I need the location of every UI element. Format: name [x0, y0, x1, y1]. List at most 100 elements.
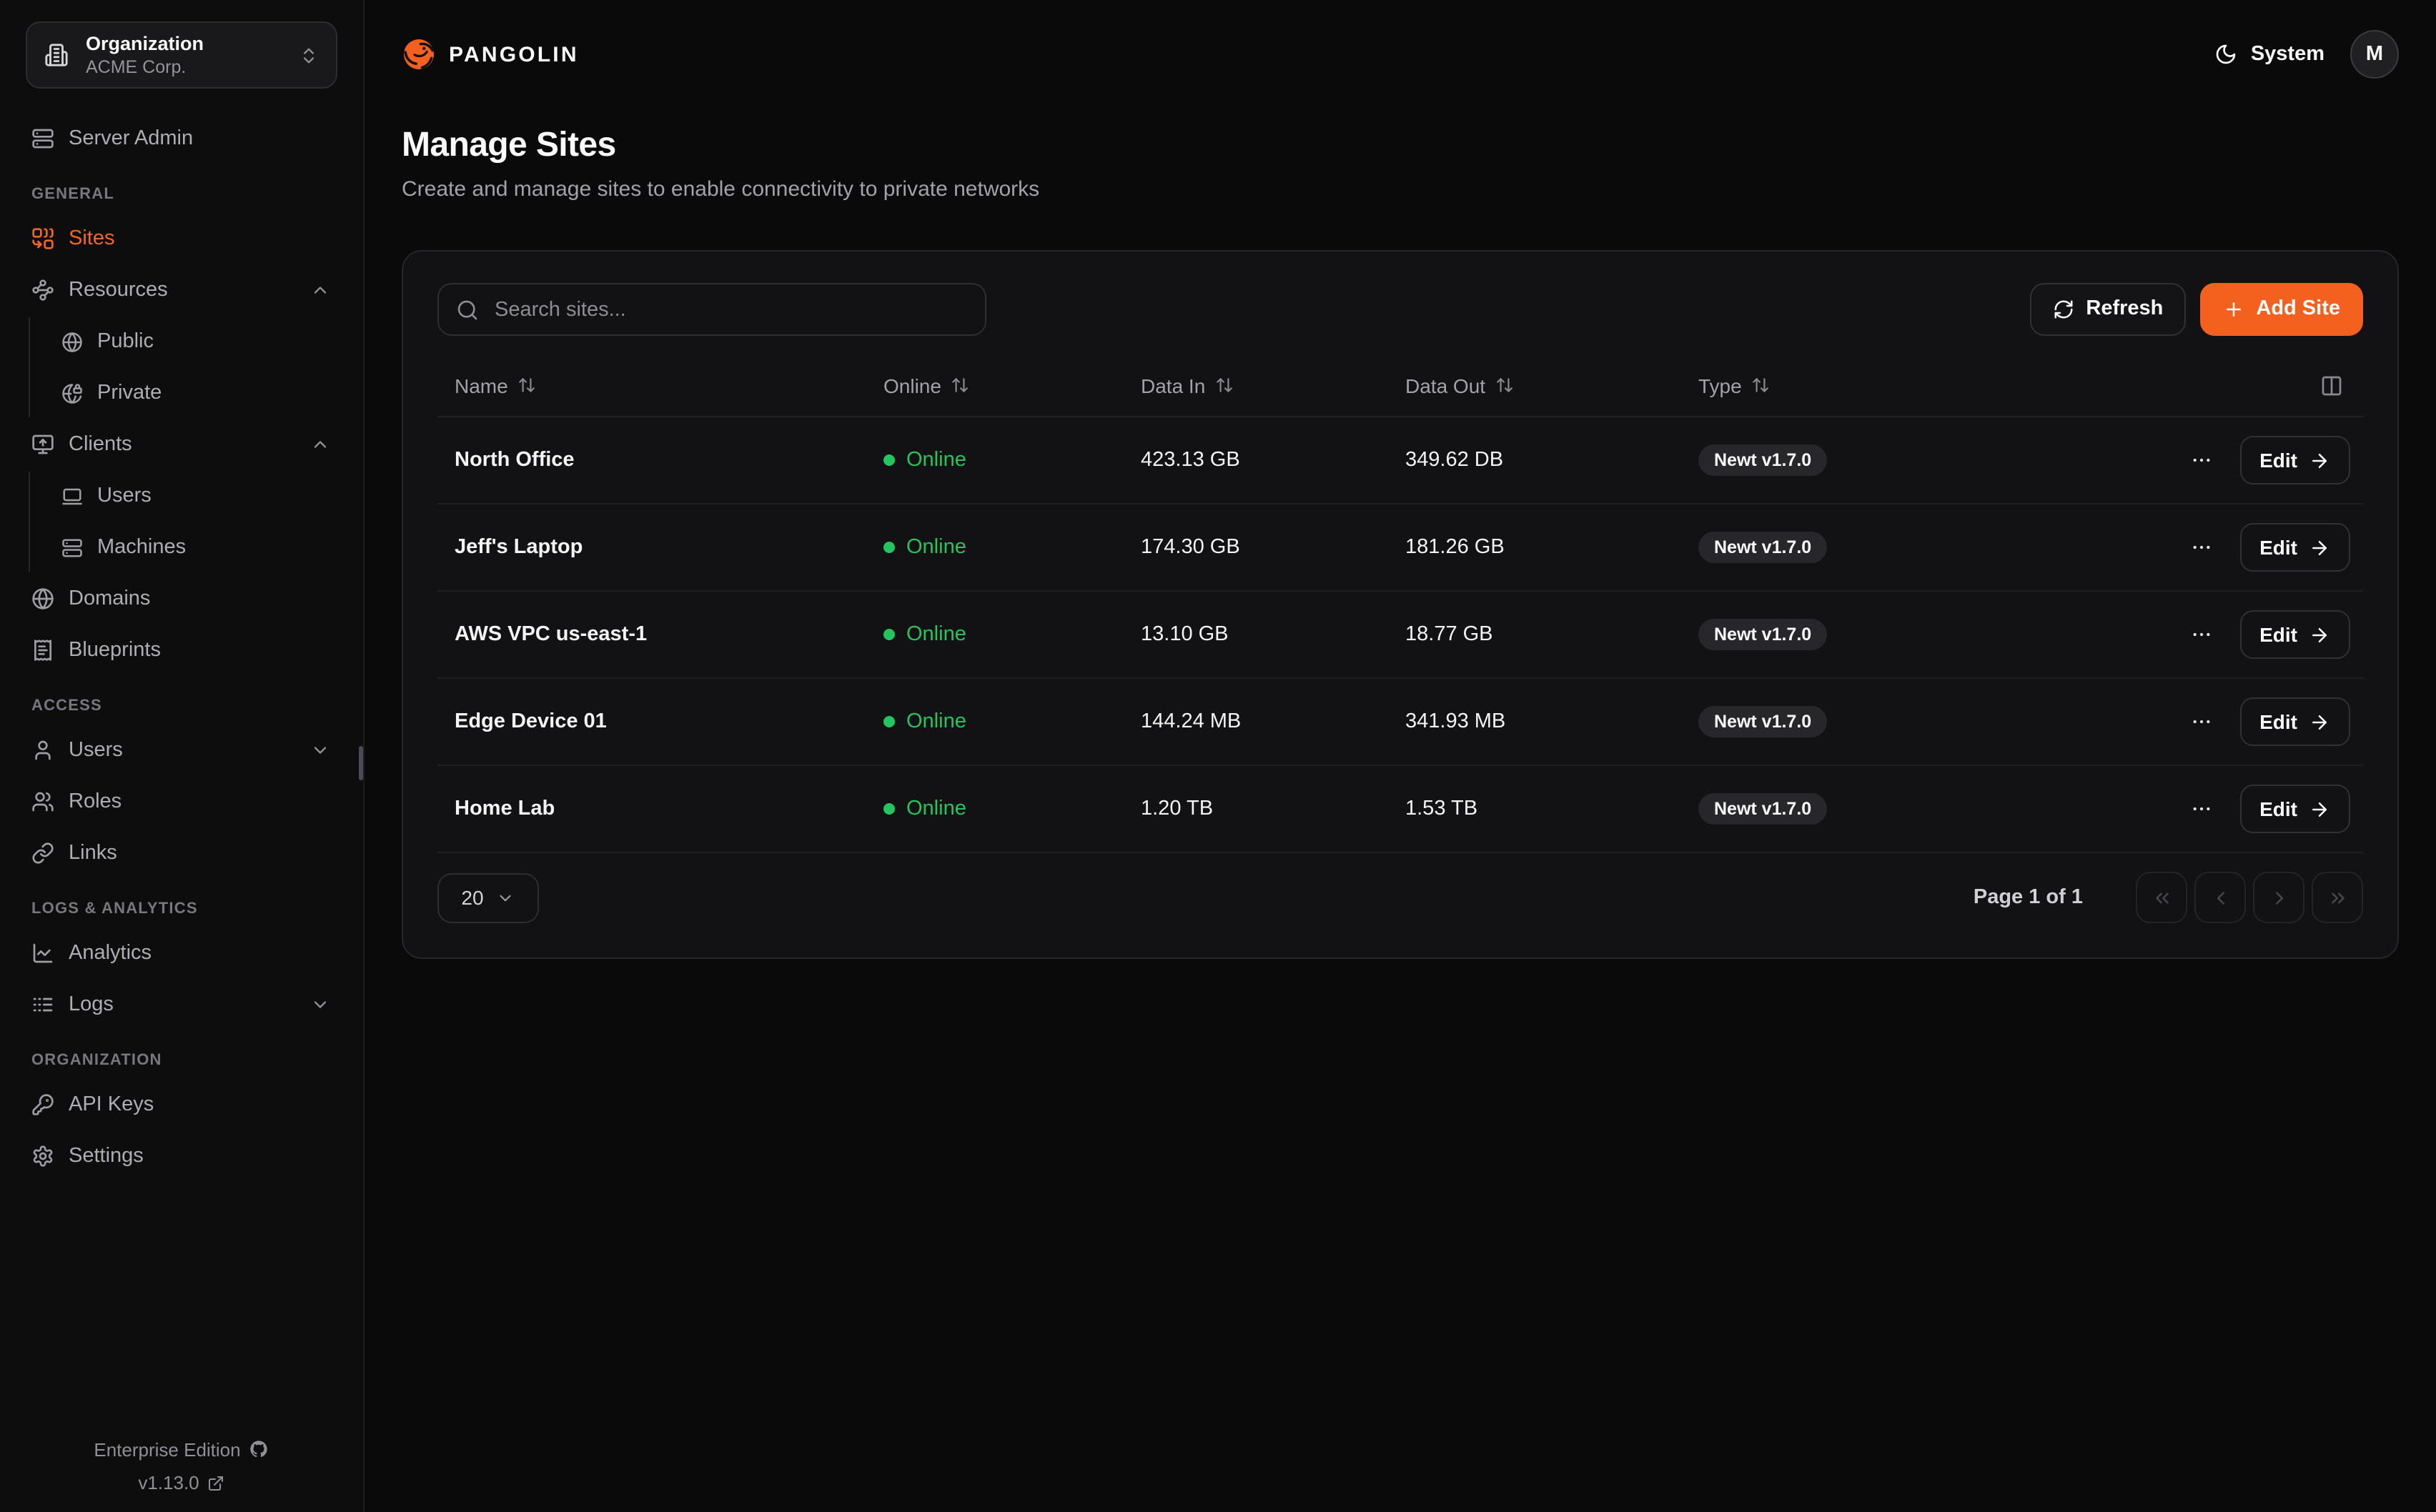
chevron-left-icon	[2209, 887, 2231, 908]
column-header-online[interactable]: Online	[883, 374, 1141, 397]
page-size-select[interactable]: 20	[437, 872, 539, 922]
table-row: AWS VPC us-east-1 Online 13.10 GB 18.77 …	[437, 592, 2363, 679]
refresh-button[interactable]: Refresh	[2030, 283, 2186, 336]
waypoints-icon	[31, 279, 54, 302]
sidebar-item-label: Users	[69, 739, 123, 762]
chevrons-right-icon	[2327, 887, 2348, 908]
sidebar-item-domains[interactable]: Domains	[20, 575, 343, 623]
sidebar-item-settings[interactable]: Settings	[20, 1132, 343, 1180]
row-actions: Edit	[2134, 785, 2363, 833]
chevron-down-icon	[310, 740, 330, 760]
sidebar-item-links[interactable]: Links	[20, 829, 343, 877]
receipt-icon	[31, 639, 54, 662]
last-page-button[interactable]	[2312, 872, 2363, 923]
chevron-down-icon	[497, 888, 515, 907]
sidebar-item-label: API Keys	[69, 1093, 154, 1116]
sidebar-item-client-users[interactable]: Users	[60, 472, 343, 520]
online-dot	[883, 629, 895, 640]
theme-label: System	[2251, 43, 2324, 66]
top-bar: PANGOLIN System M	[402, 0, 2399, 109]
sidebar-item-clients[interactable]: Clients	[20, 420, 343, 469]
page-indicator: Page 1 of 1	[1974, 886, 2083, 909]
type-badge: Newt v1.7.0	[1698, 444, 1827, 477]
column-header-data-out[interactable]: Data Out	[1405, 374, 1698, 397]
site-type: Newt v1.7.0	[1698, 619, 2134, 651]
search-input[interactable]	[492, 297, 968, 322]
column-header-data-in[interactable]: Data In	[1141, 374, 1405, 397]
sidebar-item-logs[interactable]: Logs	[20, 980, 343, 1029]
sidebar-item-blueprints[interactable]: Blueprints	[20, 626, 343, 675]
external-link-icon[interactable]	[208, 1474, 225, 1491]
clients-subnav: Users Machines	[29, 472, 343, 572]
site-name: Edge Device 01	[455, 710, 883, 733]
page-subtitle: Create and manage sites to enable connec…	[402, 176, 2399, 205]
sidebar-item-label: Server Admin	[69, 127, 193, 150]
sidebar-scrollbar-thumb[interactable]	[359, 746, 363, 780]
logs-icon	[31, 993, 54, 1016]
column-toggle-button[interactable]	[2134, 374, 2363, 397]
row-menu-button[interactable]	[2184, 705, 2218, 739]
chevron-down-icon	[310, 995, 330, 1015]
sidebar-item-label: Links	[69, 842, 117, 865]
column-header-type[interactable]: Type	[1698, 374, 2134, 397]
sidebar-item-server-admin[interactable]: Server Admin	[20, 114, 343, 163]
page-head: Manage Sites Create and manage sites to …	[402, 109, 2399, 204]
sort-icon	[951, 376, 970, 394]
brand-name: PANGOLIN	[449, 42, 579, 66]
row-menu-button[interactable]	[2184, 530, 2218, 564]
type-badge: Newt v1.7.0	[1698, 619, 1827, 651]
sidebar-item-api-keys[interactable]: API Keys	[20, 1080, 343, 1129]
arrow-right-icon	[2309, 798, 2330, 820]
sidebar-item-users[interactable]: Users	[20, 726, 343, 775]
table-row: Home Lab Online 1.20 TB 1.53 TB Newt v1.…	[437, 766, 2363, 853]
row-menu-button[interactable]	[2184, 617, 2218, 652]
sidebar-item-machines[interactable]: Machines	[60, 523, 343, 572]
prev-page-button[interactable]	[2194, 872, 2246, 923]
sites-card: Refresh Add Site Name Online	[402, 250, 2399, 959]
sidebar-item-label: Analytics	[69, 942, 152, 965]
chart-line-icon	[31, 942, 54, 965]
globe-icon	[61, 331, 83, 352]
site-data-out: 341.93 MB	[1405, 710, 1698, 733]
refresh-label: Refresh	[2086, 299, 2163, 320]
theme-toggle-button[interactable]: System	[2215, 43, 2324, 66]
site-type: Newt v1.7.0	[1698, 793, 2134, 825]
row-menu-button[interactable]	[2184, 443, 2218, 477]
column-header-name[interactable]: Name	[455, 374, 883, 397]
edit-button[interactable]: Edit	[2239, 523, 2350, 572]
next-page-button[interactable]	[2253, 872, 2304, 923]
site-data-in: 423.13 GB	[1141, 449, 1405, 472]
row-menu-button[interactable]	[2184, 792, 2218, 826]
type-badge: Newt v1.7.0	[1698, 532, 1827, 564]
type-badge: Newt v1.7.0	[1698, 793, 1827, 825]
arrow-right-icon	[2309, 449, 2330, 471]
sidebar-item-sites[interactable]: Sites	[20, 214, 343, 263]
site-name: AWS VPC us-east-1	[455, 623, 883, 646]
sidebar-item-public[interactable]: Public	[60, 317, 343, 366]
github-icon[interactable]	[249, 1439, 269, 1459]
online-dot	[883, 542, 895, 553]
refresh-icon	[2053, 299, 2074, 320]
user-icon	[31, 739, 54, 762]
plus-icon	[2223, 299, 2244, 320]
sidebar-item-roles[interactable]: Roles	[20, 777, 343, 826]
sidebar-section-organization: ORGANIZATION	[31, 1052, 332, 1069]
sidebar-item-analytics[interactable]: Analytics	[20, 929, 343, 978]
edit-button[interactable]: Edit	[2239, 610, 2350, 659]
sidebar-item-label: Roles	[69, 790, 122, 813]
chevrons-left-icon	[2151, 887, 2172, 908]
sidebar-item-private[interactable]: Private	[60, 369, 343, 417]
sidebar-item-label: Settings	[69, 1145, 144, 1168]
sort-icon	[1752, 376, 1771, 394]
org-selector[interactable]: Organization ACME Corp.	[26, 21, 337, 89]
sidebar-item-resources[interactable]: Resources	[20, 266, 343, 314]
edit-button[interactable]: Edit	[2239, 436, 2350, 484]
chevrons-up-down-icon	[299, 45, 319, 65]
user-avatar[interactable]: M	[2350, 30, 2399, 79]
edit-button[interactable]: Edit	[2239, 697, 2350, 746]
site-data-in: 174.30 GB	[1141, 536, 1405, 559]
sidebar-nav: Server Admin GENERAL Sites Resources	[20, 114, 343, 1425]
add-site-button[interactable]: Add Site	[2200, 283, 2363, 336]
edit-button[interactable]: Edit	[2239, 785, 2350, 833]
first-page-button[interactable]	[2136, 872, 2187, 923]
